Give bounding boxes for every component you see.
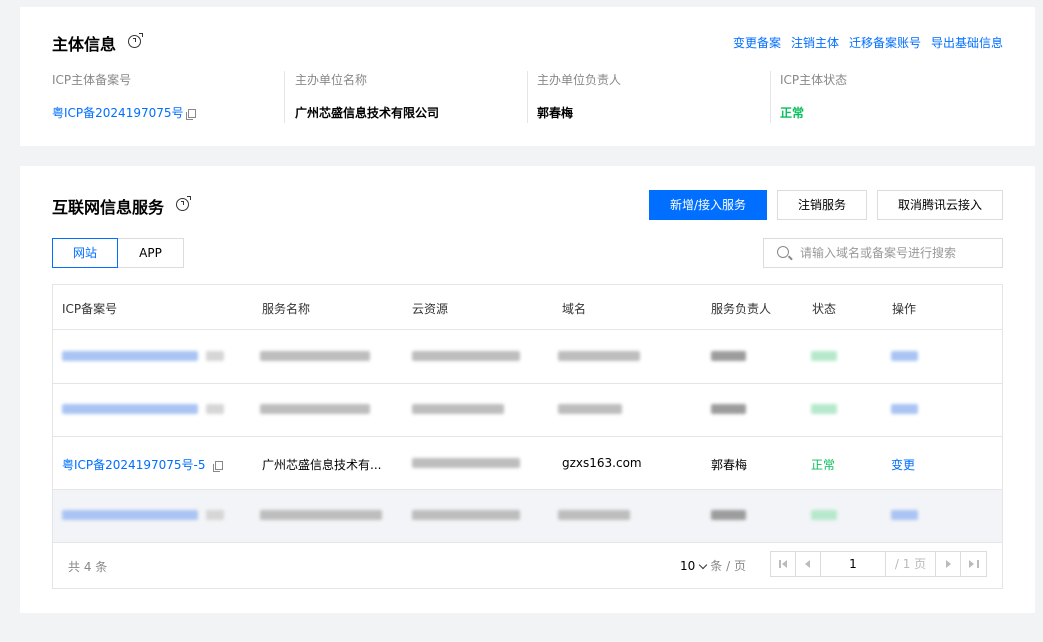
col-owner: 服务负责人 (711, 302, 772, 316)
redacted-resource (412, 351, 520, 361)
redacted-domain (558, 510, 630, 520)
organizer-owner: 郭春梅 (537, 106, 574, 120)
row-domain: gzxs163.com (562, 456, 642, 470)
migrate-account-link[interactable]: 迁移备案账号 (849, 34, 921, 51)
table-header: ICP备案号 服务名称 云资源 域名 服务负责人 状态 操作 (53, 285, 1002, 330)
service-title: 互联网信息服务 (52, 198, 165, 217)
redacted-resource (412, 404, 504, 414)
total-pages: / 1 页 (886, 552, 936, 576)
row-status: 正常 (811, 458, 836, 472)
internet-service-panel: 互联网信息服务 新增/接入服务 注销服务 取消腾讯云接入 网站 APP ICP备… (20, 166, 1035, 613)
cancel-entity-link[interactable]: 注销主体 (791, 34, 839, 51)
field-label: 主办单位负责人 (537, 73, 622, 87)
last-page-button[interactable] (961, 552, 986, 576)
organizer-owner-field: 主办单位负责人 郭春梅 (537, 71, 767, 123)
tab-website[interactable]: 网站 (52, 238, 118, 268)
redacted-icp (62, 510, 198, 520)
first-page-button[interactable] (771, 552, 796, 576)
redacted-status (811, 510, 837, 520)
divider (284, 71, 285, 123)
copy-icon[interactable] (185, 109, 196, 120)
table-row (53, 331, 1002, 384)
redacted-icp (62, 404, 198, 414)
redacted-action[interactable] (891, 351, 918, 361)
add-service-button[interactable]: 新增/接入服务 (649, 190, 767, 220)
row-icp-number[interactable]: 粤ICP备2024197075号-5 (62, 456, 224, 473)
redacted-status (811, 404, 837, 414)
redacted-copy (206, 351, 224, 361)
cancel-service-button[interactable]: 注销服务 (777, 190, 867, 220)
col-domain: 域名 (562, 302, 587, 316)
redacted-service-name (260, 510, 382, 520)
tab-app[interactable]: APP (118, 238, 184, 268)
service-type-tabs: 网站 APP (52, 238, 184, 268)
redacted-action[interactable] (891, 510, 918, 520)
entity-status-field: ICP主体状态 正常 (780, 71, 1010, 123)
redacted-owner (711, 510, 746, 520)
chevron-down-icon (699, 560, 708, 570)
next-page-button[interactable] (936, 552, 961, 576)
prev-page-button[interactable] (796, 552, 821, 576)
copy-icon[interactable] (213, 461, 224, 472)
icp-filing-number[interactable]: 粤ICP备2024197075号 (52, 104, 196, 121)
entity-info-panel: 主体信息 变更备案 注销主体 迁移备案账号 导出基础信息 ICP主体备案号 粤I… (20, 7, 1035, 146)
row-owner: 郭春梅 (711, 458, 748, 472)
col-cloud-resource: 云资源 (412, 302, 449, 316)
change-filing-link[interactable]: 变更备案 (733, 34, 781, 51)
entity-status: 正常 (780, 106, 805, 120)
redacted-owner (711, 404, 746, 414)
export-info-link[interactable]: 导出基础信息 (931, 34, 1003, 51)
help-icon[interactable] (128, 33, 143, 48)
divider (527, 71, 528, 123)
table-row (53, 490, 1002, 543)
redacted-service-name (260, 351, 370, 361)
table-row: 粤ICP备2024197075号-5 广州芯盛信息技术有... gzxs163.… (53, 437, 1002, 490)
organizer-name: 广州芯盛信息技术有限公司 (295, 106, 440, 120)
redacted-owner (711, 351, 746, 361)
organizer-name-field: 主办单位名称 广州芯盛信息技术有限公司 (295, 71, 525, 123)
redacted-copy (206, 404, 224, 414)
cancel-access-button[interactable]: 取消腾讯云接入 (877, 190, 1003, 220)
row-change-link[interactable]: 变更 (891, 456, 915, 473)
redacted-resource (412, 458, 520, 468)
total-count: 共 4 条 (68, 560, 108, 574)
field-label: 主办单位名称 (295, 73, 368, 87)
field-label: ICP主体状态 (780, 73, 848, 87)
search-box (763, 238, 1003, 268)
col-action: 操作 (892, 302, 917, 316)
redacted-icp (62, 351, 198, 361)
row-service-name: 广州芯盛信息技术有... (262, 458, 382, 472)
icp-filing-number-field: ICP主体备案号 粤ICP备2024197075号 (52, 71, 282, 123)
table-footer: 共 4 条 10条 / 页 / 1 页 (53, 542, 1002, 588)
redacted-resource (412, 510, 520, 520)
search-input[interactable] (800, 239, 996, 267)
redacted-domain (558, 351, 640, 361)
table-row (53, 384, 1002, 437)
entity-info-title: 主体信息 (52, 35, 117, 54)
field-label: ICP主体备案号 (52, 73, 132, 87)
pagination: / 1 页 (770, 551, 987, 577)
col-status: 状态 (812, 302, 837, 316)
page-number-input[interactable] (821, 552, 886, 576)
search-icon (777, 246, 789, 258)
col-icp: ICP备案号 (62, 302, 118, 316)
page-size-select[interactable]: 10 条 / 页 (680, 557, 746, 574)
divider (770, 71, 771, 123)
redacted-status (811, 351, 837, 361)
entity-actions: 变更备案 注销主体 迁移备案账号 导出基础信息 (733, 34, 1003, 51)
help-icon[interactable] (176, 196, 191, 211)
redacted-domain (558, 404, 622, 414)
col-service-name: 服务名称 (262, 302, 311, 316)
redacted-action[interactable] (891, 404, 918, 414)
service-table: ICP备案号 服务名称 云资源 域名 服务负责人 状态 操作 粤ICP备2024… (52, 284, 1003, 589)
redacted-service-name (260, 404, 370, 414)
redacted-copy (206, 510, 224, 520)
